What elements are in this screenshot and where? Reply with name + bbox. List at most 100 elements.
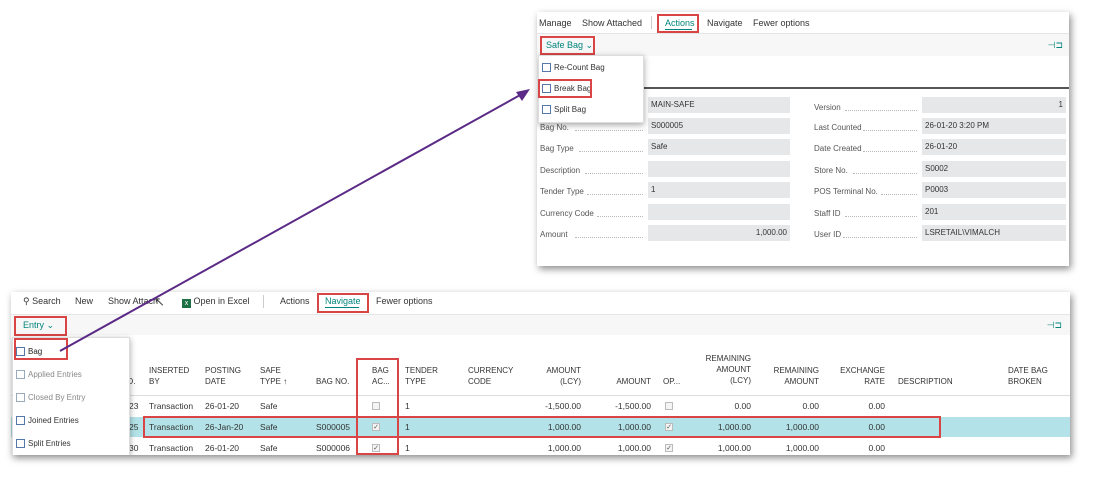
col-header-amount-lcy[interactable]: AMOUNT (LCY) [531, 365, 581, 387]
cell-safe-type: Safe [260, 443, 278, 453]
menu-item-break-bag[interactable]: Break Bag [539, 79, 643, 99]
store-no-field[interactable]: S0002 [922, 161, 1066, 177]
navigate-tab[interactable]: Navigate [707, 18, 743, 28]
version-field[interactable]: 1 [922, 97, 1066, 113]
toolbar-divider [651, 16, 652, 29]
chevron-down-icon: ⌄ [585, 40, 594, 50]
menu-item-split-bag[interactable]: Split Bag [539, 100, 643, 120]
menu-item-closed-by-entry[interactable]: Closed By Entry [13, 387, 129, 409]
menu-item-split-entries[interactable]: Split Entries [13, 433, 129, 455]
menu-item-applied-entries[interactable]: Applied Entries [13, 364, 129, 386]
table-row[interactable]: M 30 Transaction 26-01-20 Safe S000006 ✓… [11, 438, 1070, 455]
pos-terminal-field[interactable]: P0003 [922, 182, 1066, 198]
menu-item-bag[interactable]: Bag [13, 341, 129, 363]
open-checkbox[interactable]: ✓ [665, 444, 673, 452]
toolbar-divider [263, 295, 264, 308]
cell-inserted-by: Transaction [149, 401, 194, 411]
currency-code-label: Currency Code [540, 209, 594, 218]
col-header-remaining-amount-lcy[interactable]: REMAINING AMOUNT (LCY) [693, 353, 751, 386]
safe-entries-list-panel: ⚲ Search New Show Attach ↖ x Open in Exc… [11, 292, 1070, 455]
cell-amount-lcy: -1,500.00 [545, 401, 581, 411]
navigate-tab[interactable]: Navigate [325, 296, 361, 306]
col-header-inserted-by[interactable]: INSERTED BY [149, 365, 189, 387]
safe-no-field[interactable]: MAIN-SAFE [648, 97, 790, 113]
bag-ac-checkbox[interactable]: ✓ [372, 444, 380, 452]
col-header-amount[interactable]: AMOUNT [603, 376, 651, 387]
entry-button[interactable]: Entry ⌄ [23, 320, 54, 331]
col-header-date-bag-broken[interactable]: DATE BAG BROKEN [1008, 365, 1048, 387]
new-button[interactable]: New [75, 296, 93, 306]
dots [585, 173, 643, 174]
col-header-exchange-rate[interactable]: EXCHANGE RATE [831, 365, 885, 387]
menu-item-joined-entries[interactable]: Joined Entries [13, 410, 129, 432]
col-header-bag-no[interactable]: BAG NO. [316, 376, 349, 387]
bag-no-field[interactable]: S000005 [648, 118, 790, 134]
col-header-posting-date[interactable]: POSTING DATE [205, 365, 241, 387]
pin-icon[interactable]: ⊣⊐ [1048, 40, 1063, 51]
tender-type-label: Tender Type [540, 187, 584, 196]
cell-safe-type: Safe [260, 401, 278, 411]
safe-bag-button[interactable]: Safe Bag ⌄ [546, 40, 593, 51]
dots [881, 194, 917, 195]
table-row[interactable]: M 23 Transaction 26-01-20 Safe 1 -1,500.… [11, 396, 1070, 416]
cell-posting-date: 26-01-20 [205, 443, 240, 453]
menu-item-re-count-bag[interactable]: Re-Count Bag [539, 58, 643, 78]
date-created-label: Date Created [814, 144, 862, 153]
cell-tender-type: 1 [405, 401, 410, 411]
col-header-safe-type[interactable]: SAFE TYPE ↑ [260, 365, 287, 387]
pin-icon[interactable]: ⊣⊐ [1047, 320, 1062, 331]
search-icon: ⚲ [23, 296, 30, 306]
col-header-currency-code[interactable]: CURRENCY CODE [468, 365, 513, 387]
open-checkbox[interactable]: ✓ [665, 423, 673, 431]
manage-tab[interactable]: Manage [539, 18, 572, 28]
currency-code-field[interactable] [648, 204, 790, 220]
cell-inserted-by: Transaction [149, 422, 194, 432]
table-row-selected[interactable]: M 25 Transaction 26-Jan-20 Safe S000005 … [11, 417, 1070, 437]
menu-item-label: Break Bag [554, 84, 592, 93]
dots [845, 216, 917, 217]
col-header-op[interactable]: OP... [663, 376, 680, 387]
cell-posting-date: 26-01-20 [205, 401, 240, 411]
cell-bag-no: S000006 [316, 443, 351, 453]
cell-exchange-rate: 0.00 [868, 443, 885, 453]
col-header-remaining-amount[interactable]: REMAINING AMOUNT [761, 365, 819, 387]
col-header-bag-ac[interactable]: BAG AC... [372, 365, 390, 387]
navigate-tab-underline [325, 307, 359, 308]
user-id-label: User ID [814, 230, 842, 239]
amount-field[interactable]: 1,000.00 [648, 225, 790, 241]
fewer-options-button[interactable]: Fewer options [376, 296, 433, 306]
col-header-tender-type[interactable]: TENDER TYPE [405, 365, 438, 387]
date-created-field[interactable]: 26-01-20 [922, 139, 1066, 155]
show-attached-button[interactable]: Show Attached [582, 18, 642, 28]
actions-tab[interactable]: Actions [280, 296, 310, 306]
menu-item-label: Re-Count Bag [554, 63, 605, 72]
dots [843, 237, 917, 238]
menu-item-label: Applied Entries [28, 370, 82, 379]
col-header-description[interactable]: DESCRIPTION [898, 376, 953, 387]
open-checkbox[interactable] [665, 402, 673, 410]
search-button[interactable]: ⚲ Search [23, 296, 61, 307]
bag-ac-checkbox[interactable]: ✓ [372, 423, 380, 431]
tender-type-field[interactable]: 1 [648, 182, 790, 198]
bag-ac-checkbox[interactable] [372, 402, 380, 410]
joined-entries-icon [16, 416, 25, 425]
arrow-head [516, 89, 530, 101]
cell-remaining-amount-lcy: 1,000.00 [717, 422, 751, 432]
user-id-field[interactable]: LSRETAIL\VIMALCH [922, 225, 1066, 241]
staff-id-field[interactable]: 201 [922, 204, 1066, 220]
description-field[interactable] [648, 161, 790, 177]
closed-by-entry-icon [16, 393, 25, 402]
actions-tab[interactable]: Actions [665, 18, 695, 28]
open-in-excel-button[interactable]: x Open in Excel [182, 296, 250, 308]
cell-remaining-amount-lcy: 1,000.00 [717, 443, 751, 453]
dots [579, 151, 643, 152]
bag-no-label: Bag No. [540, 123, 569, 132]
show-attached-button[interactable]: Show Attach [108, 296, 158, 306]
version-label: Version [814, 103, 841, 112]
dots [845, 110, 917, 111]
bag-type-field[interactable]: Safe [648, 139, 790, 155]
last-counted-field[interactable]: 26-01-20 3:20 PM [922, 118, 1066, 134]
menu-item-label: Split Entries [28, 439, 71, 448]
cell-amount: 1,000.00 [617, 443, 651, 453]
fewer-options-button[interactable]: Fewer options [753, 18, 810, 28]
